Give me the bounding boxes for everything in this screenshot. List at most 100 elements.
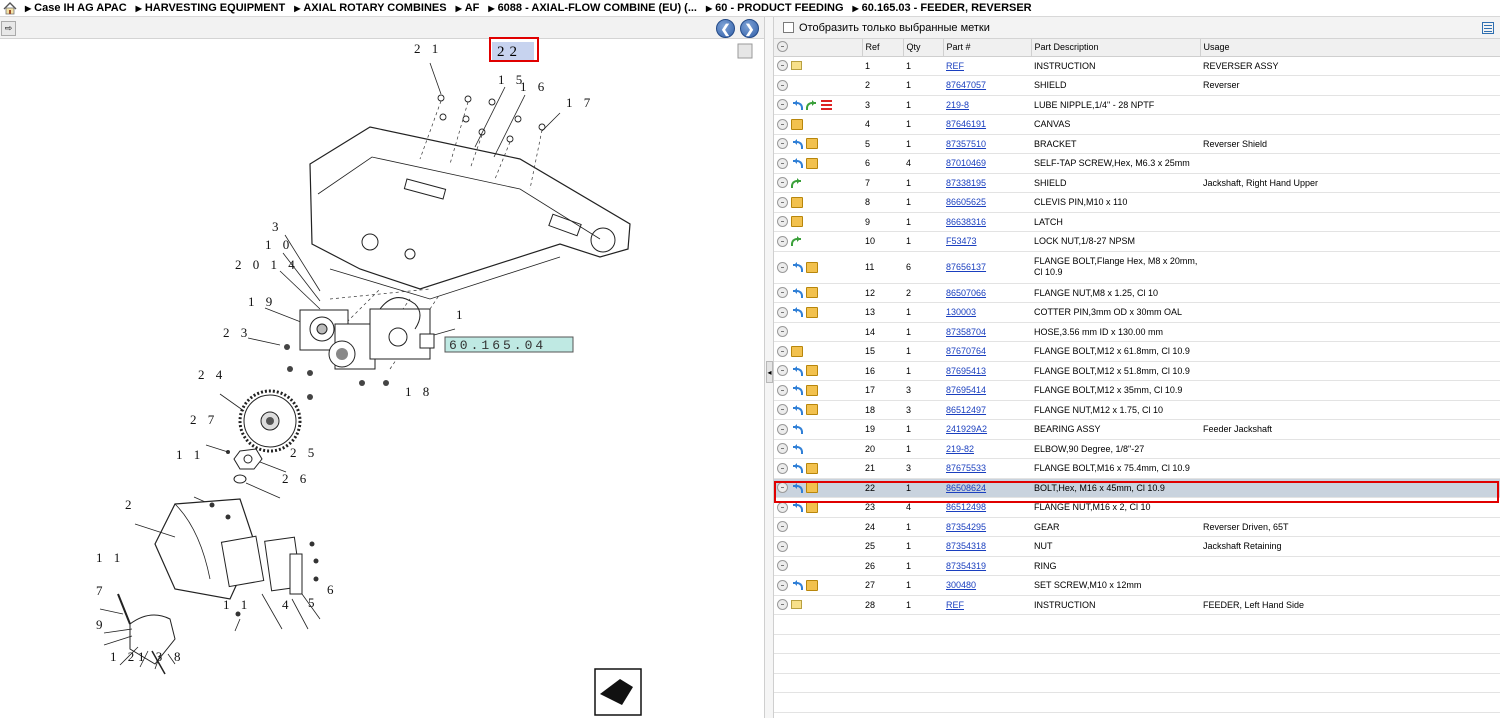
callout-13[interactable]: 1 3	[138, 649, 166, 664]
package-icon[interactable]	[791, 216, 803, 228]
table-row[interactable]: 9 1 86638316 LATCH	[774, 212, 1500, 232]
row-part-number[interactable]: 300480	[943, 575, 1031, 596]
row-part-number-text[interactable]: F53473	[946, 236, 977, 246]
previous-page-button[interactable]: ❮	[716, 19, 735, 38]
callout-9[interactable]: 9	[96, 617, 107, 632]
row-part-number[interactable]: 87695414	[943, 380, 1031, 401]
row-part-number-text[interactable]: 219-8	[946, 100, 969, 110]
table-row[interactable]: 4 1 87646191 CANVAS	[774, 114, 1500, 135]
pane-splitter[interactable]: ◂	[764, 17, 774, 718]
add-to-cart-icon[interactable]	[777, 306, 788, 318]
replaced-by-icon[interactable]	[791, 385, 803, 396]
table-row[interactable]: 11 6 87656137 FLANGE BOLT,Flange Hex, M8 x …	[774, 251, 1500, 284]
add-to-cart-icon[interactable]	[777, 79, 788, 91]
export-icon[interactable]: ⇨	[1, 21, 16, 36]
breadcrumb-item[interactable]: ▶ AF	[456, 2, 480, 14]
row-part-number-text[interactable]: 219-82	[946, 444, 974, 454]
table-row[interactable]: 16 1 87695413 FLANGE BOLT,M12 x 51.8mm, Cl …	[774, 361, 1500, 381]
row-part-number[interactable]: REF	[943, 56, 1031, 76]
breadcrumb-item[interactable]: ▶ AXIAL ROTARY COMBINES	[294, 2, 446, 14]
table-row[interactable]: 10 1 F53473 LOCK NUT,1/8-27 NPSM	[774, 231, 1500, 252]
callout-25[interactable]: 2 5	[290, 445, 318, 460]
breadcrumb-item[interactable]: ▶ 60 - PRODUCT FEEDING	[706, 2, 844, 14]
replaced-by-icon[interactable]	[791, 463, 803, 474]
table-row[interactable]: 27 1 300480 SET SCREW,M10 x 12mm	[774, 575, 1500, 596]
table-row[interactable]: 17 3 87695414 FLANGE BOLT,M12 x 35mm, Cl 10…	[774, 380, 1500, 401]
add-to-cart-icon[interactable]	[777, 118, 788, 130]
replaced-by-icon[interactable]	[791, 365, 803, 376]
add-to-cart-icon[interactable]	[777, 345, 788, 357]
breadcrumb-item[interactable]: ▶ 60.165.03 - FEEDER, REVERSER	[853, 2, 1032, 14]
home-icon[interactable]	[3, 1, 17, 15]
breadcrumb-item[interactable]: ▶ Case IH AG APAC	[25, 2, 127, 14]
package-icon[interactable]	[806, 306, 818, 318]
row-part-number-text[interactable]: 86508624	[946, 483, 986, 493]
replaced-by-icon[interactable]	[791, 138, 803, 149]
row-part-number[interactable]: 130003	[943, 302, 1031, 323]
replaces-icon[interactable]	[806, 99, 818, 110]
callout-4[interactable]: 4	[282, 597, 293, 612]
row-part-number[interactable]: 86512497	[943, 400, 1031, 420]
add-to-cart-icon[interactable]	[777, 261, 788, 273]
row-part-number-text[interactable]: 86638316	[946, 217, 986, 227]
row-part-number[interactable]: 86508624	[943, 478, 1031, 498]
add-to-cart-icon[interactable]	[777, 599, 788, 611]
row-part-number-text[interactable]: 87695414	[946, 385, 986, 395]
add-to-cart-icon[interactable]	[777, 138, 788, 150]
replaced-by-icon[interactable]	[791, 424, 803, 435]
row-part-number[interactable]: 87354295	[943, 517, 1031, 537]
table-row[interactable]: 14 1 87358704 HOSE,3.56 mm ID x 130.00 mm	[774, 322, 1500, 342]
table-row[interactable]: 23 4 86512498 FLANGE NUT,M16 x 2, Cl 10	[774, 497, 1500, 518]
row-part-number[interactable]: 241929A2	[943, 419, 1031, 440]
callout-10[interactable]: 1 0	[265, 237, 293, 252]
replaced-by-icon[interactable]	[791, 502, 803, 513]
breadcrumb-item[interactable]: ▶ HARVESTING EQUIPMENT	[136, 2, 286, 14]
row-part-number[interactable]: 87646191	[943, 114, 1031, 135]
row-part-number-text[interactable]: REF	[946, 61, 964, 71]
table-row[interactable]: 13 1 130003 COTTER PIN,3mm OD x 30mm OAL	[774, 302, 1500, 323]
callout-6[interactable]: 6	[327, 582, 338, 597]
callout-16[interactable]: 1 6	[520, 79, 548, 94]
package-icon[interactable]	[806, 157, 818, 169]
callout-7[interactable]: 7	[96, 583, 107, 598]
header-part[interactable]: Part #	[943, 39, 1032, 57]
table-row[interactable]: 2 1 87647057 SHIELD Reverser	[774, 75, 1500, 96]
package-icon[interactable]	[806, 482, 818, 494]
add-to-cart-icon[interactable]	[777, 521, 788, 533]
replaced-by-icon[interactable]	[791, 404, 803, 415]
row-part-number-text[interactable]: 87354295	[946, 522, 986, 532]
replaces-icon[interactable]	[791, 236, 803, 247]
table-row[interactable]: 5 1 87357510 BRACKET Reverser Shield	[774, 134, 1500, 154]
list-icon[interactable]	[821, 99, 832, 110]
package-icon[interactable]	[806, 261, 818, 273]
row-part-number[interactable]: 87695413	[943, 361, 1031, 381]
callout-11-c[interactable]: 1 1	[223, 597, 251, 612]
package-icon[interactable]	[806, 579, 818, 591]
header-ref[interactable]: Ref	[862, 39, 904, 57]
table-row[interactable]: 19 1 241929A2 BEARING ASSY Feeder Jackshaft	[774, 419, 1500, 440]
table-row[interactable]: 28 1 REF INSTRUCTION FEEDER, Left Hand Side	[774, 595, 1500, 615]
package-icon[interactable]	[791, 345, 803, 357]
row-part-number[interactable]: 87010469	[943, 153, 1031, 174]
callout-5[interactable]: 5	[308, 595, 319, 610]
row-part-number-text[interactable]: 300480	[946, 580, 976, 590]
table-row[interactable]: 25 1 87354318 NUT Jackshaft Retaining	[774, 536, 1500, 557]
callout-1[interactable]: 1	[456, 307, 467, 322]
add-to-cart-icon[interactable]	[777, 579, 788, 591]
row-part-number-text[interactable]: 241929A2	[946, 424, 987, 434]
callout-8[interactable]: 8	[174, 649, 185, 664]
replaced-by-icon[interactable]	[791, 443, 803, 454]
breadcrumb-item[interactable]: ▶ 6088 - AXIAL-FLOW COMBINE (EU) (...	[488, 2, 697, 14]
row-part-number-text[interactable]: 87354319	[946, 561, 986, 571]
add-to-cart-icon[interactable]	[777, 501, 788, 513]
package-icon[interactable]	[806, 501, 818, 513]
callout-23[interactable]: 2 3	[223, 325, 251, 340]
package-icon[interactable]	[806, 462, 818, 474]
add-to-cart-icon[interactable]	[777, 287, 788, 299]
package-icon[interactable]	[806, 287, 818, 299]
header-select-all[interactable]	[774, 39, 863, 57]
row-part-number[interactable]: F53473	[943, 231, 1031, 252]
add-to-cart-icon[interactable]	[777, 365, 788, 377]
note-icon[interactable]	[791, 61, 802, 71]
row-part-number-text[interactable]: 86512497	[946, 405, 986, 415]
